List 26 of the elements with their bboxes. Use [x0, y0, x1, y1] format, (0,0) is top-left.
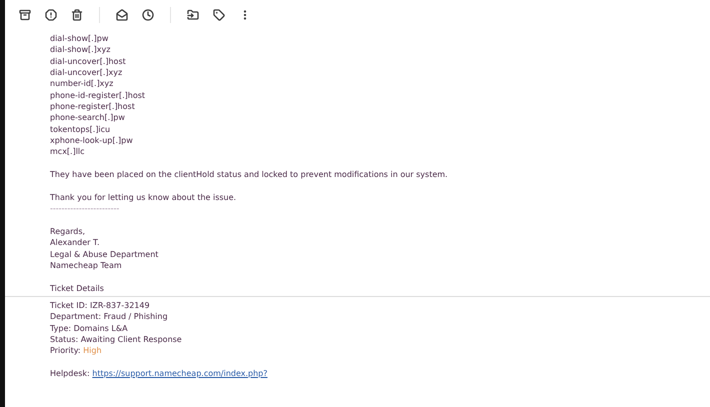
domain-line: phone-id-register[.]host: [50, 90, 146, 102]
domain-line: xphone-look-up[.]pw: [50, 135, 134, 146]
domain-line: number-id[.]xyz: [50, 78, 114, 90]
ticket-field: Priority: High: [50, 345, 710, 357]
signature-line: Legal & Abuse Department: [50, 248, 160, 260]
signature-line: Regards,: [50, 226, 86, 238]
status-sentence: They have been placed on the clientHold status and locked to prevent modifications in our system.: [50, 169, 449, 180]
domain-line: dial-show[.]xyz: [50, 44, 112, 56]
separator-line: ------------------------: [50, 203, 120, 214]
domain-line: dial-show[.]pw: [50, 33, 110, 44]
helpdesk-label: Helpdesk:: [50, 368, 90, 378]
ticket-field: Status: Awaiting Client Response: [50, 334, 710, 346]
ticket-details-heading: Ticket Details: [50, 282, 105, 294]
ticket-field: Department: Fraud / Phishing: [50, 311, 710, 323]
domain-line: phone-register[.]host: [50, 101, 136, 112]
domain-line: tokentops[.]icu: [50, 124, 112, 136]
ticket-field: Ticket ID: IZR-837-32149: [50, 300, 710, 312]
signature-line: Namecheap Team: [50, 260, 123, 272]
thanks-line: Thank you for letting us know about the issue.: [50, 192, 238, 204]
signature-line: Alexander T.: [50, 237, 100, 249]
domain-line: dial-uncover[.]xyz: [50, 67, 124, 78]
helpdesk-link[interactable]: https://support.namecheap.com/index.php?: [92, 368, 268, 378]
domain-line: mcx[.]llc: [50, 146, 86, 158]
domain-line: dial-uncover[.]host: [50, 56, 127, 68]
domain-line: phone-search[.]pw: [50, 112, 126, 124]
ticket-field: Type: Domains L&A: [50, 322, 710, 334]
